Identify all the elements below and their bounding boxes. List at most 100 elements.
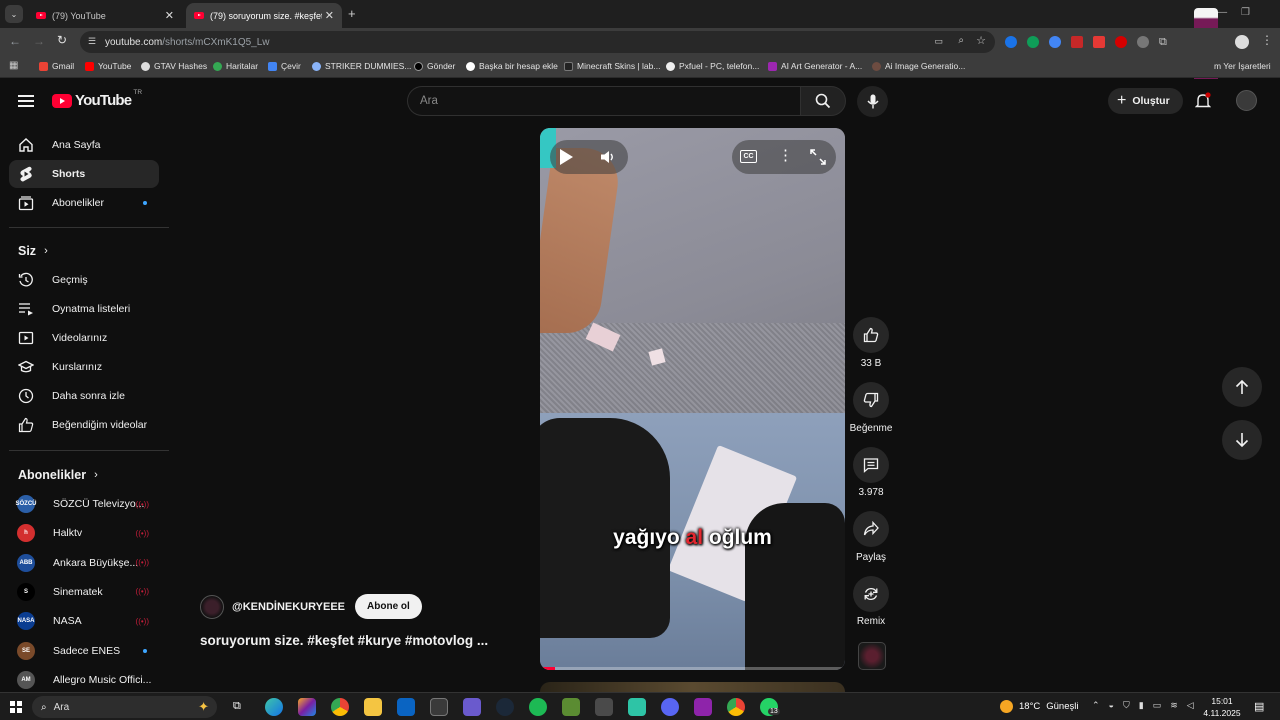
bookmark-add-account[interactable]: Başka bir hesap ekle xyxy=(466,61,558,71)
sidebar-item-history[interactable]: Geçmiş xyxy=(9,266,159,294)
site-info-icon[interactable]: ☰ xyxy=(88,36,96,47)
notifications-button[interactable] xyxy=(1194,92,1212,115)
voice-search-button[interactable] xyxy=(857,86,888,117)
task-view-icon[interactable]: ⧉ xyxy=(233,700,241,713)
captions-button[interactable]: CC xyxy=(740,150,757,163)
search-button[interactable] xyxy=(800,86,846,116)
extension-icon[interactable] xyxy=(1137,36,1149,48)
network-icon[interactable]: ◒ xyxy=(1109,700,1114,711)
sidebar-item-shorts[interactable]: Shorts xyxy=(9,160,159,188)
sidebar-item-your-videos[interactable]: Videolarınız xyxy=(9,324,159,352)
menu-kebab-icon[interactable]: ⋮ xyxy=(1261,33,1273,47)
notification-center-icon[interactable]: ▤ xyxy=(1254,700,1264,713)
file-explorer-icon[interactable] xyxy=(364,698,382,716)
bookmark-pxfuel[interactable]: Pxfuel - PC, telefon... xyxy=(666,61,759,71)
bookmark-ai-art[interactable]: AI Art Generator - A... xyxy=(768,61,862,71)
channel-name[interactable]: @KENDİNEKURYEEE xyxy=(232,601,345,613)
like-button[interactable] xyxy=(853,317,889,353)
profile-avatar[interactable] xyxy=(1235,35,1249,49)
calculator-icon[interactable] xyxy=(430,698,448,716)
puzzle-icon[interactable]: ⧉ xyxy=(1159,36,1167,49)
hamburger-menu-icon[interactable] xyxy=(18,95,34,107)
more-options-button[interactable]: ⋮ xyxy=(778,148,793,163)
search-box[interactable]: Ara xyxy=(407,86,800,116)
sidebar-item-watch-later[interactable]: Daha sonra izle xyxy=(9,382,159,410)
chevron-up-icon[interactable]: ⌃ xyxy=(1092,700,1100,711)
short-title[interactable]: soruyorum size. #keşfet #kurye #motovlog… xyxy=(200,633,488,648)
shield-icon[interactable]: ⛉ xyxy=(1123,700,1130,711)
extension-icon[interactable] xyxy=(1027,36,1039,48)
photoshop-like-icon[interactable] xyxy=(463,698,481,716)
spotify-icon[interactable] xyxy=(529,698,547,716)
tab-search-button[interactable]: ⌄ xyxy=(5,5,23,23)
sidebar-subscription-item[interactable]: S Sinematek ((•)) xyxy=(9,578,159,606)
bookmark-ai-image[interactable]: Ai Image Generatio... xyxy=(872,61,965,71)
back-icon[interactable]: ← xyxy=(9,34,21,48)
app-icon[interactable] xyxy=(694,698,712,716)
fullscreen-button[interactable] xyxy=(810,149,826,170)
edge-icon[interactable] xyxy=(265,698,283,716)
restore-icon[interactable]: ❐ xyxy=(1241,7,1250,18)
bookmark-maps[interactable]: Haritalar xyxy=(213,61,258,71)
dislike-button[interactable] xyxy=(853,382,889,418)
sidebar-subscription-item[interactable]: SE Sadece ENES xyxy=(9,637,159,665)
weather-widget[interactable]: 18°C Güneşli xyxy=(1000,700,1078,713)
bookmark-gmail[interactable]: Gmail xyxy=(39,61,74,71)
wifi-icon[interactable]: ≋ xyxy=(1170,700,1178,711)
sidebar-item-home[interactable]: Ana Sayfa xyxy=(9,131,159,159)
tab-shorts-video[interactable]: (79) soruyorum size. #keşfet #k ✕ xyxy=(186,3,342,28)
search-input[interactable]: Ara xyxy=(420,95,438,107)
chrome-icon[interactable] xyxy=(331,698,349,716)
bookmark-gtav[interactable]: GTAV Hashes xyxy=(141,61,207,71)
outlook-icon[interactable] xyxy=(397,698,415,716)
discord-icon[interactable] xyxy=(661,698,679,716)
address-bar[interactable]: ☰ youtube.com/shorts/mCXmK1Q5_Lw ▭ ⌕ ☆ xyxy=(80,31,995,53)
all-bookmarks[interactable]: m Yer İşaretleri xyxy=(1214,61,1271,71)
sidebar-subscription-item[interactable]: SÖZCÜ SÖZCÜ Televizyo... ((•)) xyxy=(9,490,159,518)
app-icon[interactable] xyxy=(628,698,646,716)
start-button[interactable] xyxy=(10,701,22,713)
minimize-icon[interactable]: — xyxy=(1217,7,1227,18)
extension-icon[interactable] xyxy=(1049,36,1061,48)
next-short-preview[interactable] xyxy=(540,682,845,692)
steam-icon[interactable] xyxy=(496,698,514,716)
youtube-logo[interactable]: YouTube TR xyxy=(52,89,142,109)
bookmark-x[interactable]: Gönder xyxy=(414,61,455,71)
tab-youtube-home[interactable]: (79) YouTube ✕ xyxy=(28,3,182,28)
new-tab-button[interactable]: + xyxy=(348,6,356,21)
clock[interactable]: 15:01 4.11.2025 xyxy=(1200,695,1244,719)
extension-icon[interactable] xyxy=(1115,36,1127,48)
close-icon[interactable]: ✕ xyxy=(325,9,334,22)
audio-thumbnail[interactable] xyxy=(858,642,886,670)
extension-icon[interactable] xyxy=(1005,36,1017,48)
sidebar-section-subscriptions[interactable]: Abonelikler › xyxy=(18,468,98,482)
taskbar-search-input[interactable]: Ara xyxy=(54,702,70,713)
bookmark-youtube[interactable]: YouTube xyxy=(85,61,131,71)
display-icon[interactable]: ▭ xyxy=(1153,700,1162,711)
forward-icon[interactable]: → xyxy=(33,34,45,48)
minecraft-icon[interactable] xyxy=(562,698,580,716)
shorts-video-player[interactable]: CC ⋮ yağıyo al oğlum xyxy=(540,128,845,670)
app-icon[interactable] xyxy=(595,698,613,716)
bookmark-star-icon[interactable]: ☆ xyxy=(976,34,986,47)
share-button[interactable] xyxy=(853,511,889,547)
subscribe-button[interactable]: Abone ol xyxy=(355,594,422,619)
bookmark-translate[interactable]: Çevir xyxy=(268,61,301,71)
sidebar-subscription-item[interactable]: ABB Ankara Büyükşe... ((•)) xyxy=(9,549,159,577)
sidebar-item-liked-videos[interactable]: Beğendiğim videolar xyxy=(9,411,159,439)
copilot-icon[interactable] xyxy=(298,698,316,716)
sidebar-subscription-item[interactable]: h Halktv ((•)) xyxy=(9,519,159,547)
mute-button[interactable] xyxy=(600,149,616,170)
taskbar-search[interactable]: ⌕ Ara ✦ xyxy=(32,696,217,718)
channel-avatar[interactable] xyxy=(200,594,224,619)
microphone-icon[interactable]: ▮ xyxy=(1139,700,1144,711)
reload-icon[interactable]: ↻ xyxy=(57,33,67,47)
extension-icon[interactable] xyxy=(1093,36,1105,48)
zoom-icon[interactable]: ⌕ xyxy=(958,35,964,46)
chrome-icon[interactable] xyxy=(727,698,745,716)
sidebar-item-subscriptions[interactable]: Abonelikler xyxy=(9,189,159,217)
extension-icon[interactable] xyxy=(1071,36,1083,48)
create-button[interactable]: + Oluştur xyxy=(1108,88,1183,114)
sidebar-subscription-item[interactable]: NASA NASA ((•)) xyxy=(9,607,159,635)
close-icon[interactable]: ✕ xyxy=(165,9,174,22)
